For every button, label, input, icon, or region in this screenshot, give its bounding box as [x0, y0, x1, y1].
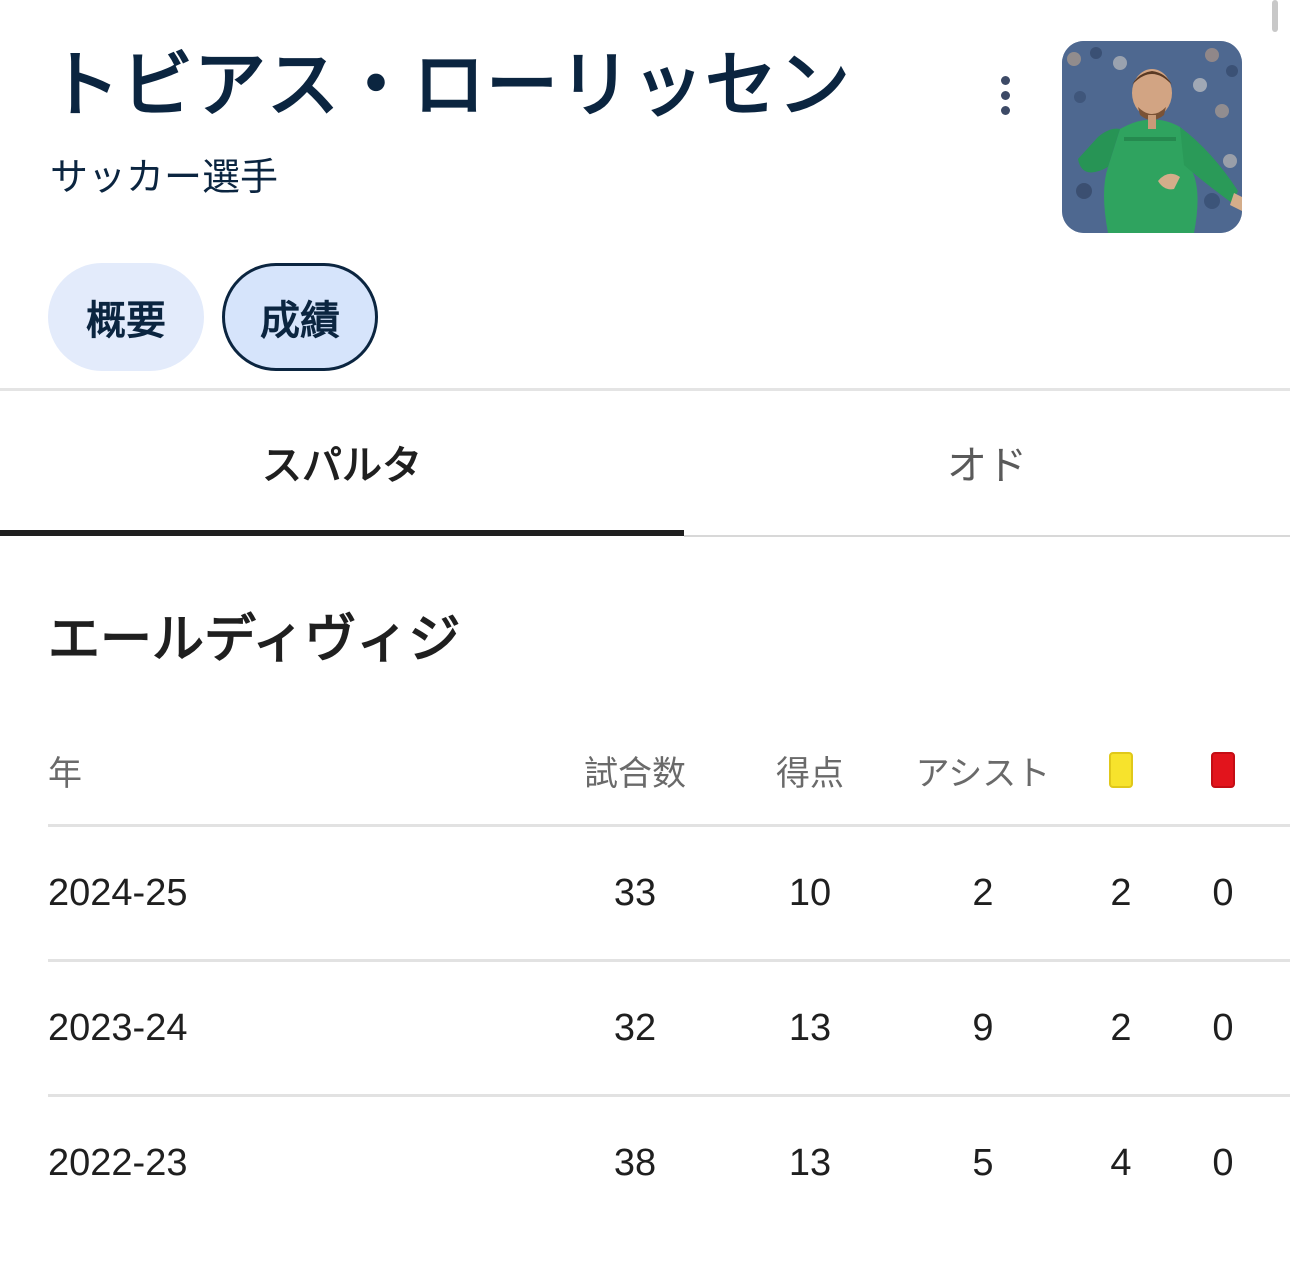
red-card-icon: [1211, 752, 1235, 788]
table-cell-yellow-cards: 2: [1110, 871, 1132, 914]
table-cell-games: 32: [613, 1006, 657, 1049]
chip-overview[interactable]: 概要: [48, 263, 204, 371]
column-header-year: 年: [48, 753, 82, 794]
league-title: エールディヴィジ: [48, 610, 461, 670]
column-header-assists: アシスト: [915, 753, 1051, 794]
table-cell-assists: 2: [972, 871, 994, 914]
tab-selected-indicator: [0, 530, 684, 536]
table-cell-games: 38: [613, 1141, 657, 1184]
table-cell-red-cards: 0: [1212, 1141, 1234, 1184]
player-photo-image: [1062, 41, 1242, 233]
table-cell-games: 33: [613, 871, 657, 914]
section-divider: [0, 388, 1290, 391]
more-options-button[interactable]: [982, 70, 1028, 120]
table-cell-goals: 13: [788, 1141, 832, 1184]
table-cell-goals: 10: [788, 871, 832, 914]
tab-divider: [684, 535, 1290, 537]
table-cell-assists: 5: [972, 1141, 994, 1184]
table-cell-assists: 9: [972, 1006, 994, 1049]
chip-stats[interactable]: 成績: [222, 263, 378, 371]
table-cell-yellow-cards: 4: [1110, 1141, 1132, 1184]
tab-odd[interactable]: オド: [684, 392, 1290, 532]
player-description: サッカー選手: [50, 155, 279, 199]
table-cell-year: 2024-25: [48, 871, 188, 914]
table-cell-yellow-cards: 2: [1110, 1006, 1132, 1049]
table-cell-year: 2022-23: [48, 1141, 188, 1184]
more-vert-icon-dot: [1000, 90, 1010, 100]
tab-sparta[interactable]: スパルタ: [0, 392, 684, 532]
column-header-games: 試合数: [584, 753, 686, 794]
more-vert-icon: [1000, 75, 1010, 85]
table-cell-red-cards: 0: [1212, 871, 1234, 914]
table-cell-red-cards: 0: [1212, 1006, 1234, 1049]
player-photo[interactable]: [1062, 41, 1242, 233]
table-cell-year: 2023-24: [48, 1006, 188, 1049]
column-header-goals: 得点: [776, 753, 844, 794]
player-name: トビアス・ローリッセン: [48, 43, 852, 127]
table-cell-goals: 13: [788, 1006, 832, 1049]
yellow-card-icon: [1109, 752, 1133, 788]
more-vert-icon-dot: [1000, 105, 1010, 115]
scrollbar[interactable]: [1272, 0, 1278, 32]
